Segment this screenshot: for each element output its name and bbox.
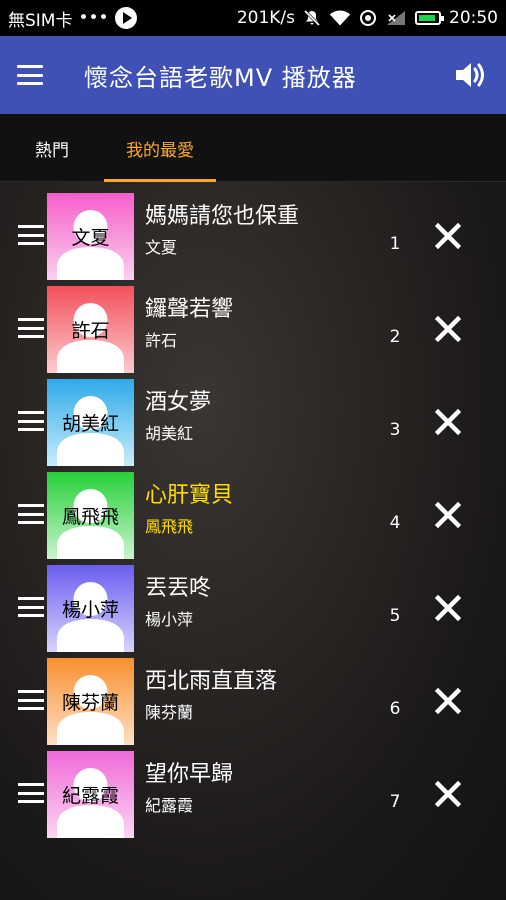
song-artist: 胡美紅	[145, 424, 194, 443]
song-title: 媽媽請您也保重	[145, 204, 300, 229]
drag-handle-icon[interactable]	[18, 318, 44, 338]
remove-button[interactable]	[430, 311, 466, 347]
song-number: 6	[389, 699, 401, 719]
close-icon	[435, 502, 461, 528]
close-icon	[435, 223, 461, 249]
menu-button[interactable]	[0, 36, 60, 114]
song-number: 7	[389, 792, 401, 812]
close-icon	[435, 316, 461, 342]
song-title: 酒女夢	[145, 390, 212, 415]
close-icon	[435, 595, 461, 621]
song-title: 心肝寶貝	[145, 483, 234, 508]
song-row[interactable]: 陳芬蘭 西北雨直直落 陳芬蘭 6	[0, 657, 506, 750]
tab-bar: 熱門 我的最愛	[0, 114, 506, 182]
song-title: 丟丟咚	[145, 576, 212, 601]
close-icon	[435, 409, 461, 435]
remove-button[interactable]	[430, 590, 466, 626]
song-row[interactable]: 紀露霞 望你早歸 紀露霞 7	[0, 750, 506, 843]
wifi-icon	[329, 9, 351, 27]
battery-icon	[415, 11, 444, 25]
song-artist: 文夏	[145, 238, 178, 257]
remove-button[interactable]	[430, 776, 466, 812]
thumbnail-label: 文夏	[71, 227, 110, 249]
song-row[interactable]: 文夏 媽媽請您也保重 文夏 1	[0, 192, 506, 285]
artist-thumbnail: 文夏	[47, 193, 134, 280]
signal-icon	[385, 9, 407, 27]
thumbnail-label: 許石	[71, 320, 110, 342]
song-title: 望你早歸	[145, 762, 234, 787]
song-row[interactable]: 許石 鑼聲若響 許石 2	[0, 285, 506, 378]
song-number: 5	[389, 606, 401, 626]
drag-handle-icon[interactable]	[18, 411, 44, 431]
song-artist: 楊小萍	[145, 610, 194, 629]
song-row[interactable]: 胡美紅 酒女夢 胡美紅 3	[0, 378, 506, 471]
artist-thumbnail: 楊小萍	[47, 565, 134, 652]
artist-thumbnail: 鳳飛飛	[47, 472, 134, 559]
thumbnail-label: 楊小萍	[61, 599, 119, 621]
song-row[interactable]: 鳳飛飛 心肝寶貝 鳳飛飛 4	[0, 471, 506, 564]
thumbnail-label: 鳳飛飛	[61, 506, 119, 528]
song-artist: 紀露霞	[145, 796, 194, 815]
drag-handle-icon[interactable]	[18, 690, 44, 710]
remove-button[interactable]	[430, 218, 466, 254]
close-icon	[435, 781, 461, 807]
tab-hot[interactable]: 熱門	[0, 114, 104, 182]
drag-handle-icon[interactable]	[18, 783, 44, 803]
favorites-list: 文夏 媽媽請您也保重 文夏 1 許石 鑼聲若響 許石 2 胡美紅 酒女夢 胡美紅…	[0, 192, 506, 843]
notification-dots: •••	[78, 8, 109, 28]
song-number: 1	[389, 234, 401, 254]
artist-thumbnail: 陳芬蘭	[47, 658, 134, 745]
song-artist: 許石	[145, 331, 178, 350]
thumbnail-label: 紀露霞	[61, 785, 119, 807]
remove-button[interactable]	[430, 404, 466, 440]
song-number: 2	[389, 327, 401, 347]
status-bar: 無SIM卡 ••• 201K/s 20:50	[0, 0, 506, 36]
sync-icon	[359, 9, 377, 27]
artist-thumbnail: 許石	[47, 286, 134, 373]
app-title: 懷念台語老歌MV 播放器	[84, 63, 357, 92]
volume-button[interactable]	[436, 36, 506, 114]
app-bar: 懷念台語老歌MV 播放器	[0, 36, 506, 114]
remove-button[interactable]	[430, 497, 466, 533]
mute-icon	[303, 9, 321, 27]
artist-thumbnail: 紀露霞	[47, 751, 134, 838]
song-row[interactable]: 楊小萍 丟丟咚 楊小萍 5	[0, 564, 506, 657]
clock: 20:50	[449, 8, 498, 28]
drag-handle-icon[interactable]	[18, 225, 44, 245]
thumbnail-label: 陳芬蘭	[61, 692, 119, 714]
drag-handle-icon[interactable]	[18, 504, 44, 524]
network-speed: 201K/s	[236, 8, 295, 28]
drag-handle-icon[interactable]	[18, 597, 44, 617]
song-title: 鑼聲若響	[145, 297, 234, 322]
tab-indicator	[104, 179, 216, 182]
close-icon	[435, 688, 461, 714]
artist-thumbnail: 胡美紅	[47, 379, 134, 466]
song-number: 4	[389, 513, 401, 533]
remove-button[interactable]	[430, 683, 466, 719]
menu-icon	[17, 65, 43, 85]
song-number: 3	[389, 420, 401, 440]
song-artist: 鳳飛飛	[145, 517, 194, 536]
song-title: 西北雨直直落	[145, 669, 278, 694]
volume-icon	[456, 63, 484, 87]
song-artist: 陳芬蘭	[145, 703, 194, 722]
thumbnail-label: 胡美紅	[61, 413, 119, 435]
tab-favorites[interactable]: 我的最愛	[104, 114, 216, 182]
carrier-label: 無SIM卡	[8, 10, 73, 31]
play-notification-icon	[114, 7, 137, 29]
